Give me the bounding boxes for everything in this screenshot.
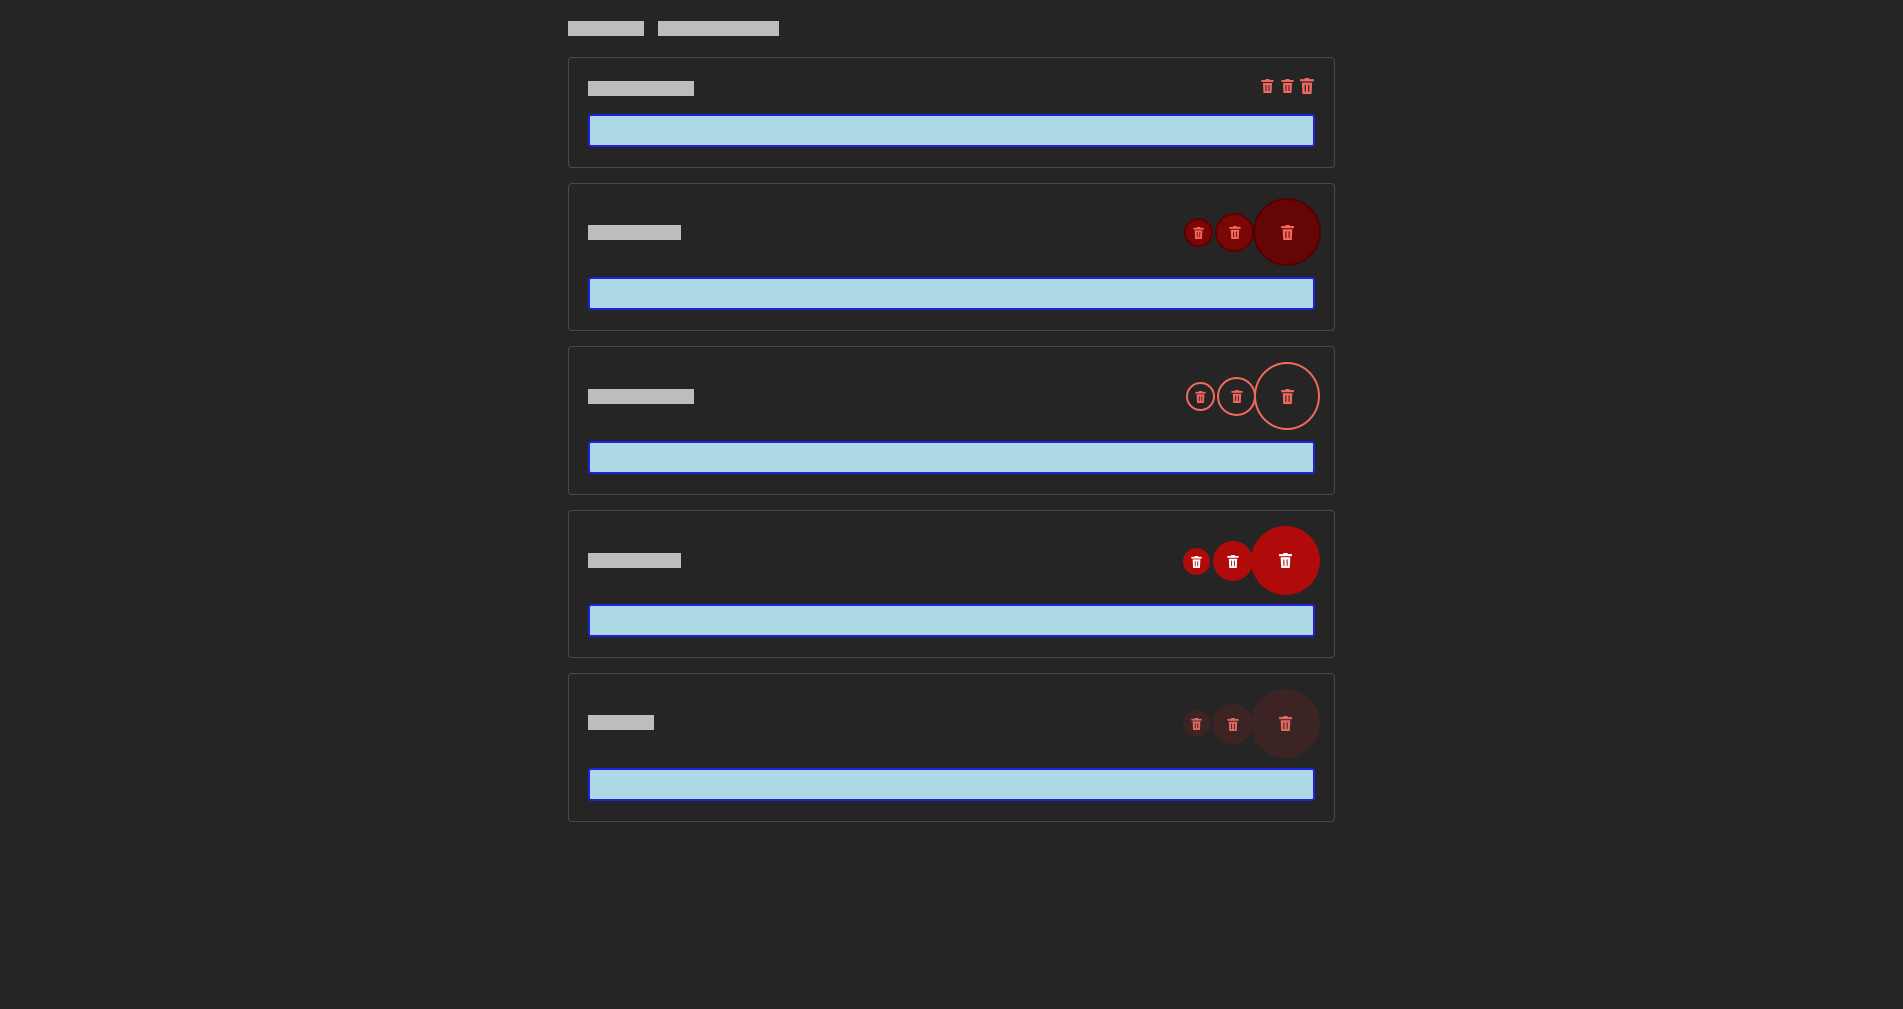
trash-icon	[1261, 79, 1274, 93]
trash-icon	[1280, 388, 1294, 404]
delete-button-small[interactable]	[1186, 382, 1215, 411]
trash-icon	[1227, 554, 1239, 568]
trash-icon	[1228, 226, 1241, 239]
delete-button-large[interactable]	[1299, 78, 1315, 94]
trash-icon	[1279, 553, 1292, 568]
delete-button-large[interactable]	[1251, 526, 1320, 595]
trash-icon	[1191, 717, 1202, 730]
card-filled-red	[568, 510, 1335, 658]
trash-icon	[1280, 224, 1294, 240]
card-title	[588, 225, 681, 240]
card-outline	[568, 346, 1335, 495]
trash-icon	[1227, 717, 1239, 731]
delete-button-medium[interactable]	[1215, 213, 1254, 252]
delete-button-medium[interactable]	[1213, 541, 1253, 581]
text-input[interactable]	[588, 604, 1315, 637]
page	[0, 0, 1903, 1009]
card-ghost	[568, 673, 1335, 822]
card-plain	[568, 57, 1335, 168]
card-dark	[568, 183, 1335, 331]
card-title	[588, 81, 694, 96]
delete-button-large[interactable]	[1251, 689, 1320, 758]
delete-button-medium[interactable]	[1213, 704, 1253, 744]
trash-icon	[1195, 390, 1206, 403]
header-link-1[interactable]	[568, 21, 644, 36]
delete-button-small[interactable]	[1184, 218, 1213, 247]
delete-button-small[interactable]	[1183, 710, 1210, 737]
card-title	[588, 553, 681, 568]
text-input[interactable]	[588, 277, 1315, 310]
delete-button-medium[interactable]	[1279, 78, 1295, 94]
trash-icon	[1300, 78, 1314, 94]
delete-button-small[interactable]	[1183, 548, 1210, 575]
card-title	[588, 715, 654, 730]
card-title	[588, 389, 694, 404]
text-input[interactable]	[588, 768, 1315, 801]
delete-button-small[interactable]	[1259, 78, 1275, 94]
trash-icon	[1281, 79, 1294, 93]
trash-icon	[1193, 226, 1204, 239]
trash-icon	[1191, 555, 1202, 568]
delete-button-large[interactable]	[1253, 198, 1321, 266]
delete-button-large[interactable]	[1254, 362, 1320, 430]
trash-icon	[1279, 716, 1292, 731]
text-input[interactable]	[588, 441, 1315, 474]
delete-button-medium[interactable]	[1217, 377, 1256, 416]
text-input[interactable]	[588, 114, 1315, 147]
trash-icon	[1230, 390, 1243, 403]
header-link-2[interactable]	[658, 21, 779, 36]
